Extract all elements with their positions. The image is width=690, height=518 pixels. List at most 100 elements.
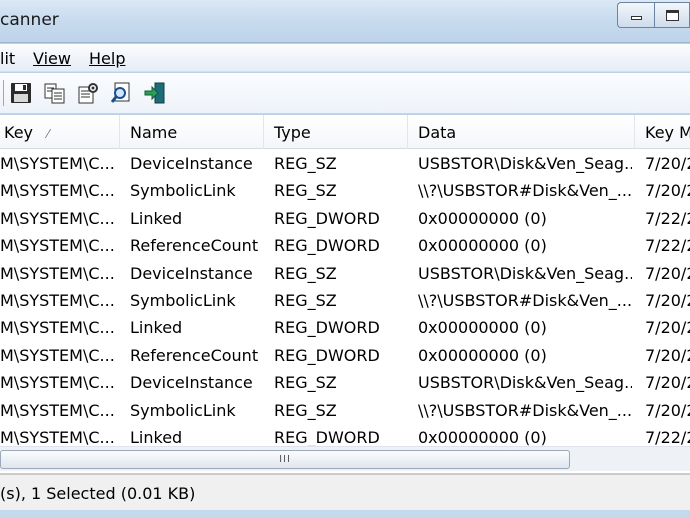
scrollbar-thumb[interactable]: III <box>0 450 570 469</box>
cell-type: REG_SZ <box>274 373 337 393</box>
cell-key: M\SYSTEM\C... <box>0 373 115 393</box>
column-header-name-label: Name <box>130 123 178 142</box>
cell-key-modified: 7/20/2 <box>645 318 690 338</box>
cell-key: M\SYSTEM\C... <box>0 318 115 338</box>
table-row[interactable]: M\SYSTEM\C... SymbolicLink REG_SZ \\?\US… <box>0 397 690 424</box>
menu-help[interactable]: Help <box>89 49 125 68</box>
column-header-type-label: Type <box>274 123 311 142</box>
table-row[interactable]: M\SYSTEM\C... SymbolicLink REG_SZ \\?\US… <box>0 287 690 314</box>
cell-name: SymbolicLink <box>130 290 236 310</box>
table-row[interactable]: M\SYSTEM\C... SymbolicLink REG_SZ \\?\US… <box>0 177 690 204</box>
status-bar: (s), 1 Selected (0.01 KB) <box>0 474 690 510</box>
table-row[interactable]: M\SYSTEM\C... Linked REG_DWORD 0x0000000… <box>0 314 690 341</box>
scrollbar-grip-icon: III <box>279 454 291 465</box>
column-header-name[interactable]: Name <box>120 115 264 149</box>
cell-data: USBSTOR\Disk&Ven_Seag... <box>418 154 632 173</box>
table-row[interactable]: M\SYSTEM\C... DeviceInstance REG_SZ USBS… <box>0 150 690 177</box>
column-header-key-label: Key <box>4 123 34 142</box>
cell-type: REG_DWORD <box>274 427 380 447</box>
cell-name: Linked <box>130 208 183 228</box>
cell-name: Linked <box>130 427 183 447</box>
cell-key-modified: 7/20/2 <box>645 181 690 201</box>
list-rows: M\SYSTEM\C... DeviceInstance REG_SZ USBS… <box>0 150 690 451</box>
window-bottom-frame <box>0 510 690 518</box>
cell-type: REG_SZ <box>274 263 337 283</box>
cell-name: DeviceInstance <box>130 373 253 393</box>
table-row[interactable]: M\SYSTEM\C... DeviceInstance REG_SZ USBS… <box>0 260 690 287</box>
cell-key: M\SYSTEM\C... <box>0 290 115 310</box>
cell-data: USBSTOR\Disk&Ven_Seag... <box>418 373 632 393</box>
cell-key: M\SYSTEM\C... <box>0 154 115 173</box>
column-header-type[interactable]: Type <box>264 115 408 149</box>
minimize-button[interactable] <box>617 2 654 28</box>
table-row[interactable]: M\SYSTEM\C... ReferenceCount REG_DWORD 0… <box>0 342 690 369</box>
cell-key: M\SYSTEM\C... <box>0 427 115 447</box>
cell-data: USBSTOR\Disk&Ven_Seag... <box>418 263 632 283</box>
column-header-key[interactable]: Key ⁄ <box>0 115 120 149</box>
cell-key: M\SYSTEM\C... <box>0 345 115 365</box>
cell-data: 0x00000000 (0) <box>418 318 547 338</box>
registry-list-view[interactable]: Key ⁄ Name Type Data Key M M\SYSTEM\C... … <box>0 115 690 473</box>
cell-data: 0x00000000 (0) <box>418 208 547 228</box>
list-header: Key ⁄ Name Type Data Key M <box>0 115 690 149</box>
cell-data: \\?\USBSTOR#Disk&Ven_... <box>418 290 632 310</box>
cell-key-modified: 7/20/2 <box>645 345 690 365</box>
table-row[interactable]: M\SYSTEM\C... DeviceInstance REG_SZ USBS… <box>0 369 690 396</box>
cell-key-modified: 7/20/2 <box>645 290 690 310</box>
cell-type: REG_DWORD <box>274 236 380 256</box>
cell-name: Linked <box>130 318 183 338</box>
table-row[interactable]: M\SYSTEM\C... ReferenceCount REG_DWORD 0… <box>0 232 690 259</box>
cell-data: \\?\USBSTOR#Disk&Ven_... <box>418 400 632 420</box>
cell-data: 0x00000000 (0) <box>418 427 547 447</box>
cell-name: DeviceInstance <box>130 154 253 173</box>
cell-key-modified: 7/22/2 <box>645 208 690 228</box>
menu-edit[interactable]: lit <box>0 49 15 68</box>
save-icon[interactable] <box>9 81 33 105</box>
cell-data: \\?\USBSTOR#Disk&Ven_... <box>418 181 632 201</box>
cell-type: REG_SZ <box>274 400 337 420</box>
minimize-icon <box>630 16 642 20</box>
title-bar: canner <box>0 0 690 43</box>
menu-bar: lit View Help <box>0 44 690 72</box>
column-header-key-modified-label: Key M <box>645 123 690 142</box>
cell-name: SymbolicLink <box>130 181 236 201</box>
window-controls <box>617 2 690 30</box>
cell-name: SymbolicLink <box>130 400 236 420</box>
maximize-icon <box>665 9 679 21</box>
cell-type: REG_SZ <box>274 290 337 310</box>
cell-key-modified: 7/20/2 <box>645 263 690 283</box>
cell-key-modified: 7/20/2 <box>645 400 690 420</box>
cell-key: M\SYSTEM\C... <box>0 263 115 283</box>
find-icon[interactable] <box>110 81 134 105</box>
copy-icon[interactable] <box>43 81 67 105</box>
cell-type: REG_DWORD <box>274 345 380 365</box>
cell-data: 0x00000000 (0) <box>418 236 547 256</box>
column-header-data-label: Data <box>418 123 457 142</box>
cell-name: DeviceInstance <box>130 263 253 283</box>
sort-ascending-icon: ⁄ <box>47 127 50 141</box>
status-text: (s), 1 Selected (0.01 KB) <box>0 484 196 503</box>
cell-type: REG_SZ <box>274 154 337 173</box>
toolbar-separator <box>3 80 4 106</box>
cell-key: M\SYSTEM\C... <box>0 236 115 256</box>
menu-view[interactable]: View <box>33 49 71 68</box>
cell-type: REG_SZ <box>274 181 337 201</box>
exit-icon[interactable] <box>143 81 167 105</box>
maximize-button[interactable] <box>654 2 690 28</box>
cell-key-modified: 7/20/2 <box>645 373 690 393</box>
cell-key: M\SYSTEM\C... <box>0 181 115 201</box>
cell-name: ReferenceCount <box>130 236 259 256</box>
cell-data: 0x00000000 (0) <box>418 345 547 365</box>
horizontal-scrollbar[interactable]: III <box>0 446 690 471</box>
properties-icon[interactable] <box>76 81 100 105</box>
cell-type: REG_DWORD <box>274 318 380 338</box>
window-title: canner <box>0 10 59 30</box>
cell-key: M\SYSTEM\C... <box>0 400 115 420</box>
table-row[interactable]: M\SYSTEM\C... Linked REG_DWORD 0x0000000… <box>0 205 690 232</box>
cell-type: REG_DWORD <box>274 208 380 228</box>
cell-key: M\SYSTEM\C... <box>0 208 115 228</box>
column-header-key-modified[interactable]: Key M <box>635 115 690 149</box>
cell-key-modified: 7/22/2 <box>645 236 690 256</box>
cell-key-modified: 7/22/2 <box>645 427 690 447</box>
column-header-data[interactable]: Data <box>408 115 635 149</box>
